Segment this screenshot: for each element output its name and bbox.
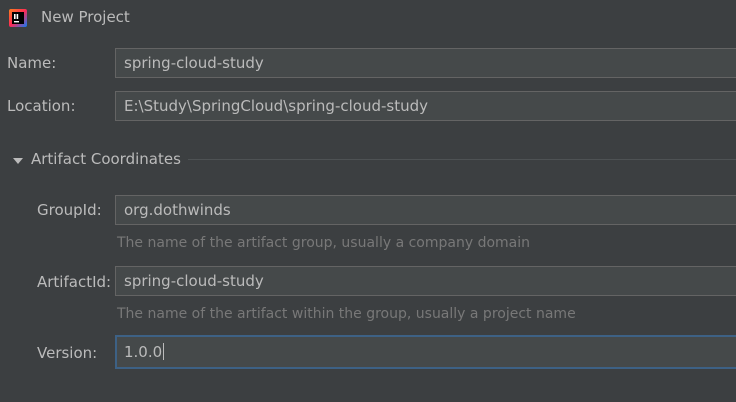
location-label: Location:: [7, 97, 76, 115]
text-caret: [163, 343, 165, 360]
version-value: 1.0.0: [124, 343, 163, 361]
artifact-id-label: ArtifactId:: [37, 273, 112, 291]
section-divider: [188, 159, 736, 160]
artifact-id-hint: The name of the artifact within the grou…: [117, 306, 576, 322]
group-id-field[interactable]: org.dothwinds: [115, 195, 736, 225]
group-id-hint: The name of the artifact group, usually …: [117, 235, 530, 251]
artifact-coordinates-title[interactable]: Artifact Coordinates: [31, 150, 181, 168]
group-id-label: GroupId:: [37, 201, 102, 219]
location-field[interactable]: E:\Study\SpringCloud\spring-cloud-study: [115, 91, 736, 121]
artifact-id-field[interactable]: spring-cloud-study: [115, 266, 736, 296]
version-label: Version:: [37, 344, 98, 362]
window-title: New Project: [41, 8, 130, 26]
name-label: Name:: [7, 54, 57, 72]
version-field[interactable]: 1.0.0: [115, 335, 736, 369]
title-bar: New Project: [0, 0, 736, 36]
triangle-down-icon[interactable]: [12, 153, 24, 165]
intellij-idea-icon: [9, 9, 27, 27]
name-field[interactable]: spring-cloud-study: [115, 48, 736, 78]
